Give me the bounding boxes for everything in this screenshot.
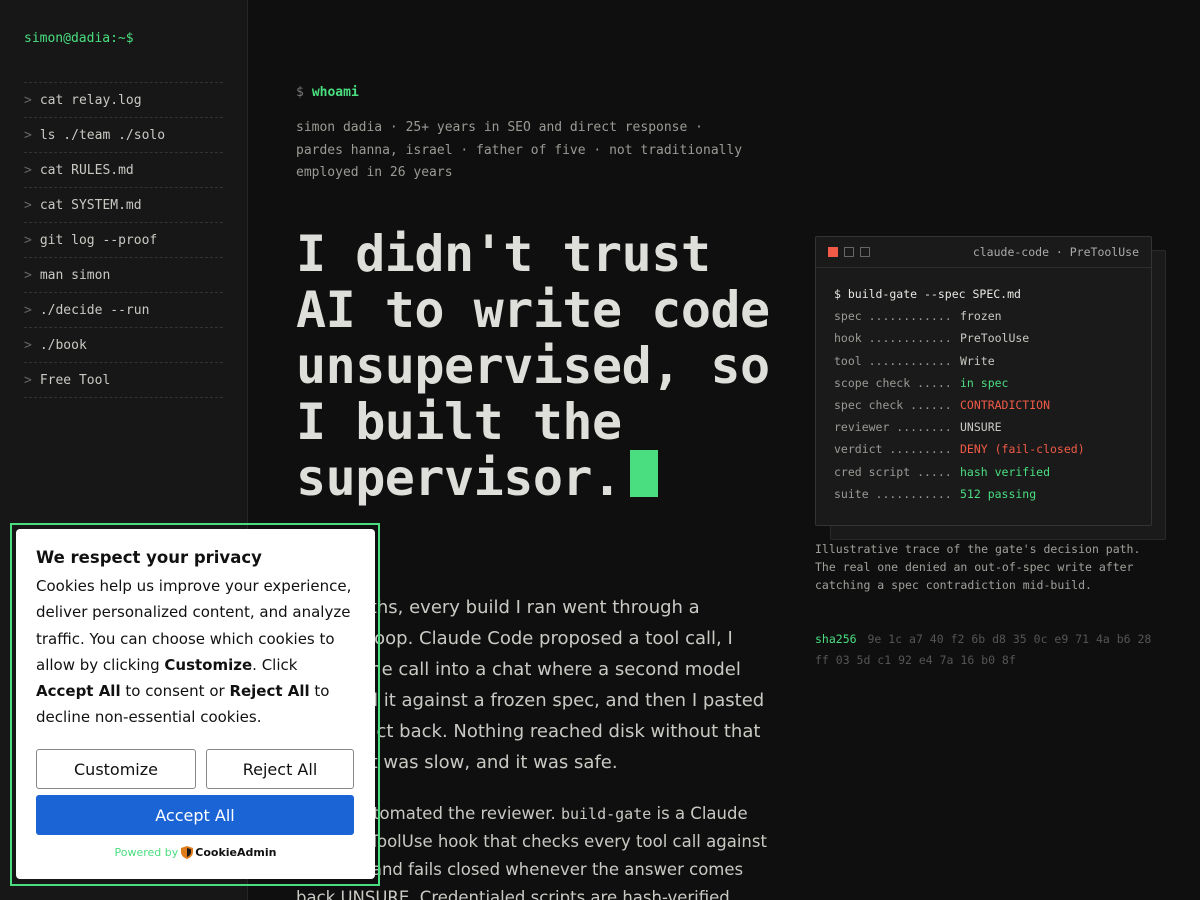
- sidebar-item-team-solo[interactable]: > ls ./team ./solo: [24, 118, 223, 153]
- trace-row: spec ............ frozen: [834, 305, 1133, 327]
- trace-row: cred script ..... hash verified: [834, 461, 1133, 483]
- caret-icon: >: [24, 267, 32, 283]
- caret-icon: >: [24, 302, 32, 318]
- sidebar-item-free-tool[interactable]: > Free Tool: [24, 363, 223, 398]
- sha-label: sha256: [815, 632, 857, 646]
- trace-key: verdict .........: [834, 442, 952, 457]
- sidebar-nav: > cat relay.log > ls ./team ./solo > cat RU…: [24, 82, 223, 398]
- cookie-banner: We respect your privacy Cookies help us …: [16, 529, 375, 879]
- headline-text: I didn't trust AI to write code unsuperv…: [296, 225, 770, 507]
- caret-icon: >: [24, 337, 32, 353]
- reject-all-button[interactable]: Reject All: [206, 749, 354, 789]
- bio-line: pardes hanna, israel · father of five · …: [296, 142, 743, 158]
- terminal-title: claude-code · PreToolUse: [972, 245, 1139, 259]
- terminal-body: $ build-gate --spec SPEC.md spec .......…: [816, 268, 1151, 520]
- trace-key: reviewer ........: [834, 420, 952, 435]
- trace-key: scope check .....: [834, 375, 952, 390]
- trace-value: Write: [960, 353, 995, 368]
- sidebar-item-git-log[interactable]: > git log --proof: [24, 223, 223, 258]
- customize-button[interactable]: Customize: [36, 749, 196, 789]
- whoami-command: $ whoami: [296, 85, 359, 100]
- caret-icon: >: [24, 127, 32, 143]
- trace-key: hook ............: [834, 331, 952, 346]
- sha-value: 9e 1c a7 40 f2 6b d8 35 0c e9 71 4a b6 2…: [815, 632, 1152, 667]
- trace-row: verdict ......... DENY (fail-closed): [834, 438, 1133, 460]
- trace-key: spec ............: [834, 309, 952, 324]
- caret-icon: >: [24, 372, 32, 388]
- sha256-hash: sha256 9e 1c a7 40 f2 6b d8 35 0c e9 71 …: [815, 629, 1165, 671]
- terminal-caption: Illustrative trace of the gate's decisio…: [815, 542, 1141, 592]
- terminal-card: claude-code · PreToolUse $ build-gate --…: [815, 236, 1152, 526]
- trace-row: scope check ..... in spec: [834, 372, 1133, 394]
- cookie-text-bold: Reject All: [229, 682, 310, 701]
- sidebar-item-label: ./book: [39, 337, 87, 353]
- bio-line: employed in 26 years: [296, 165, 453, 180]
- shell-prompt: simon@dadia:~$: [24, 31, 134, 46]
- sidebar-item-man-simon[interactable]: > man simon: [24, 258, 223, 293]
- trace-row: hook ............ PreToolUse: [834, 327, 1133, 349]
- trace-key: cred script .....: [834, 464, 952, 479]
- trace-row: reviewer ........ UNSURE: [834, 416, 1133, 438]
- cookieadmin-logo[interactable]: CookieAdmin: [181, 846, 276, 859]
- cookie-text: Cookies help us improve your experience,…: [36, 573, 355, 731]
- close-dot-icon: [828, 247, 838, 257]
- trace-key: tool ............: [834, 353, 952, 368]
- bio-text: simon dadia · 25+ years in SEO and direc…: [296, 117, 766, 185]
- sidebar-item-system[interactable]: > cat SYSTEM.md: [24, 188, 223, 223]
- sidebar-item-label: cat SYSTEM.md: [39, 197, 142, 213]
- bio-line: simon dadia · 25+ years in SEO and direc…: [296, 120, 703, 135]
- trace-value: in spec: [960, 375, 1009, 390]
- sidebar-item-label: ./decide --run: [39, 302, 150, 318]
- trace-row: suite ........... 512 passing: [834, 483, 1133, 505]
- sidebar-item-label: cat relay.log: [39, 92, 142, 108]
- trace-row: spec check ...... CONTRADICTION: [834, 394, 1133, 416]
- sidebar-item-rules[interactable]: > cat RULES.md: [24, 153, 223, 188]
- caret-icon: >: [24, 162, 32, 178]
- cookie-text-bold: Accept All: [36, 682, 121, 701]
- caret-icon: >: [24, 197, 32, 213]
- accept-all-button[interactable]: Accept All: [36, 795, 354, 835]
- dollar-sign: $: [296, 85, 304, 100]
- trace-value: 512 passing: [960, 486, 1037, 501]
- trace-key: suite ...........: [834, 486, 952, 501]
- shield-icon: [181, 846, 194, 859]
- sidebar-item-decide[interactable]: > ./decide --run: [24, 293, 223, 328]
- page-title: I didn't trust AI to write code unsuperv…: [296, 226, 776, 506]
- cookie-text-part: to consent or: [120, 682, 230, 701]
- trace-row: tool ............ Write: [834, 350, 1133, 372]
- trace-value: UNSURE: [960, 420, 1002, 435]
- terminal-command: $ build-gate --spec SPEC.md: [834, 287, 1021, 301]
- minimize-dot-icon: [844, 247, 854, 257]
- inline-code: build-gate: [560, 805, 652, 823]
- trace-value: DENY (fail-closed): [960, 442, 1085, 457]
- sidebar-item-label: man simon: [39, 267, 111, 283]
- terminal-titlebar: claude-code · PreToolUse: [816, 237, 1151, 268]
- blinking-cursor: [629, 450, 658, 497]
- powered-by: Powered by CookieAdmin: [16, 846, 375, 859]
- caret-icon: >: [24, 92, 32, 108]
- trace-value: CONTRADICTION: [960, 398, 1051, 413]
- cookie-text-part: . Click: [252, 655, 298, 674]
- caret-icon: >: [24, 232, 32, 248]
- whoami-label: whoami: [311, 85, 359, 100]
- sidebar-item-label: Free Tool: [39, 372, 111, 388]
- cookie-text-bold: Customize: [164, 655, 253, 674]
- trace-key: spec check ......: [834, 398, 952, 413]
- powered-by-label: Powered by: [114, 846, 179, 859]
- cookie-title: We respect your privacy: [36, 548, 262, 567]
- trace-value: frozen: [960, 309, 1002, 324]
- maximize-dot-icon: [860, 247, 870, 257]
- sidebar-item-relay-log[interactable]: > cat relay.log: [24, 83, 223, 118]
- sidebar-item-book[interactable]: > ./book: [24, 328, 223, 363]
- sidebar-item-label: git log --proof: [39, 232, 158, 248]
- brand-name: CookieAdmin: [195, 846, 277, 859]
- trace-value: hash verified: [960, 464, 1051, 479]
- sidebar-item-label: ls ./team ./solo: [39, 127, 166, 143]
- sidebar-item-label: cat RULES.md: [39, 162, 134, 178]
- trace-value: PreToolUse: [960, 331, 1030, 346]
